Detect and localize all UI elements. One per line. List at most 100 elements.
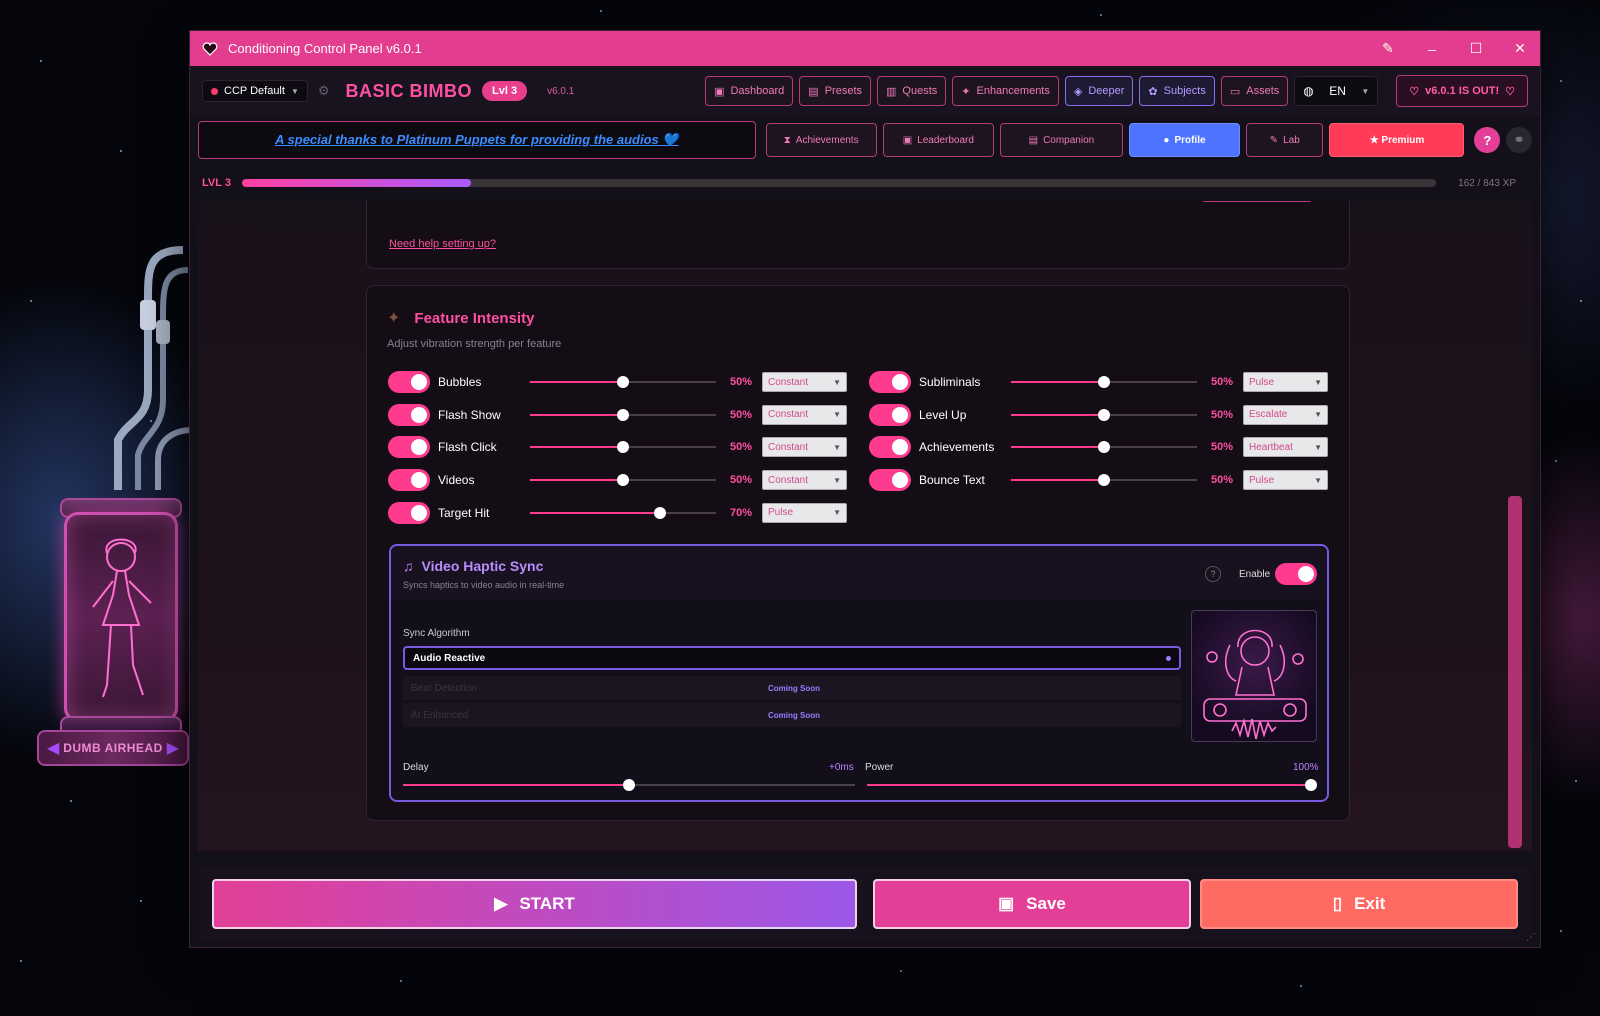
slider-knob[interactable]: [1098, 376, 1110, 388]
slider-knob[interactable]: [1098, 441, 1110, 454]
feature-intensity-slider[interactable]: [530, 473, 716, 487]
gear-icon[interactable]: ⚙: [318, 83, 330, 99]
chevron-down-icon: ▼: [833, 475, 841, 485]
feature-name: Subliminals: [919, 375, 981, 389]
preset-status-dot: [211, 87, 218, 95]
feature-toggle[interactable]: [388, 469, 430, 492]
feature-mode-select[interactable]: Constant ▼: [762, 404, 847, 425]
maximize-icon[interactable]: ☐: [1468, 40, 1484, 57]
nav-dashboard-button[interactable]: ▣ Dashboard: [705, 76, 794, 106]
pin-icon[interactable]: ✎: [1380, 40, 1396, 57]
feature-toggle[interactable]: [388, 436, 430, 459]
scrollbar-thumb[interactable]: [1508, 496, 1522, 848]
character-figure: [92, 538, 152, 698]
slider-knob[interactable]: [617, 441, 629, 454]
algorithm-option-label: Beat Detection: [411, 682, 477, 694]
feature-intensity-slider[interactable]: [1011, 440, 1197, 454]
feature-mode-select[interactable]: Constant ▼: [762, 437, 847, 458]
link-icon[interactable]: ⚭: [1506, 127, 1533, 153]
feature-toggle[interactable]: [869, 371, 911, 393]
nav-label: Subjects: [1163, 85, 1206, 97]
feature-mode-select[interactable]: Constant ▼: [762, 470, 847, 491]
feature-toggle[interactable]: [388, 403, 430, 426]
prev-character-icon[interactable]: ◀: [47, 738, 59, 758]
minimize-icon[interactable]: –: [1424, 41, 1440, 57]
power-slider[interactable]: [867, 778, 1317, 792]
slider-knob[interactable]: [1305, 779, 1317, 791]
feature-percent: 50%: [729, 474, 752, 487]
feature-toggle[interactable]: [388, 501, 430, 524]
nav-deeper-button[interactable]: ◈ Deeper: [1064, 76, 1134, 106]
tab-premium[interactable]: ★ Premium: [1329, 123, 1465, 157]
feature-toggle[interactable]: [869, 436, 911, 459]
feature-percent: 50%: [729, 376, 752, 388]
nav-assets-button[interactable]: ▭ Assets: [1220, 76, 1289, 106]
secondary-bar: A special thanks to Platinum Puppets for…: [198, 120, 1533, 160]
feature-toggle[interactable]: [388, 371, 430, 393]
close-icon[interactable]: ✕: [1512, 40, 1528, 57]
slider-knob[interactable]: [1098, 408, 1110, 421]
feature-intensity-slider[interactable]: [1011, 375, 1197, 389]
feature-toggle[interactable]: [869, 403, 911, 426]
feature-intensity-slider[interactable]: [530, 375, 716, 389]
slider-knob[interactable]: [617, 376, 629, 388]
slider-knob[interactable]: [654, 506, 667, 519]
next-character-icon[interactable]: ▶: [167, 738, 179, 758]
slider-knob[interactable]: [1098, 474, 1110, 487]
nav-presets-button[interactable]: ▤ Presets: [799, 76, 871, 106]
vhs-title: Video Haptic Sync: [421, 558, 544, 574]
feature-intensity-card: ✦ Feature Intensity Adjust vibration str…: [366, 285, 1350, 821]
update-notice-button[interactable]: ♡ v6.0.1 IS OUT! ♡: [1396, 75, 1528, 107]
scrollbar[interactable]: [1508, 201, 1522, 851]
vhs-enable-toggle[interactable]: [1275, 563, 1317, 585]
tab-companion[interactable]: ▤ Companion: [999, 123, 1123, 157]
feature-mode-select[interactable]: Pulse ▼: [762, 502, 847, 523]
power-label: Power: [865, 762, 894, 773]
feature-intensity-slider[interactable]: [1011, 408, 1197, 422]
feature-row: Achievements 50% Heartbeat ▼: [869, 435, 1328, 459]
slider-knob[interactable]: [623, 779, 635, 791]
help-icon[interactable]: ?: [1474, 127, 1501, 153]
vhs-help-icon[interactable]: ?: [1205, 566, 1221, 582]
start-button[interactable]: ▶ START: [212, 879, 857, 929]
feature-mode-select[interactable]: Heartbeat ▼: [1243, 437, 1328, 458]
thanks-banner[interactable]: A special thanks to Platinum Puppets for…: [198, 121, 756, 159]
nav-subjects-button[interactable]: ✿ Subjects: [1139, 76, 1215, 106]
feature-intensity-slider[interactable]: [530, 440, 716, 454]
feature-toggle[interactable]: [869, 469, 911, 492]
nav-enhancements-button[interactable]: ✦ Enhancements: [952, 76, 1059, 106]
feature-mode-select[interactable]: Pulse ▼: [1243, 372, 1328, 392]
slider-fill: [1011, 381, 1104, 383]
feature-percent: 70%: [729, 506, 752, 519]
feature-mode-value: Pulse: [1249, 474, 1275, 486]
algorithm-option-audio-reactive[interactable]: Audio Reactive: [403, 646, 1181, 670]
tab-lab[interactable]: ✎ Lab: [1246, 123, 1324, 157]
slider-knob[interactable]: [617, 408, 629, 421]
slider-knob[interactable]: [617, 474, 629, 487]
partial-button[interactable]: [1201, 201, 1313, 202]
nav-quests-button[interactable]: ▥ Quests: [877, 76, 947, 106]
delay-value: +0ms: [829, 762, 854, 773]
feature-intensity-slider[interactable]: [1011, 473, 1197, 487]
tab-leaderboard[interactable]: ▣ Leaderboard: [882, 123, 994, 157]
algorithm-option-beat-detection: Beat Detection Coming Soon: [403, 676, 1181, 700]
tab-achievements[interactable]: ⧗ Achievements: [765, 123, 877, 157]
feature-intensity-slider[interactable]: [530, 506, 716, 520]
feature-mode-select[interactable]: Constant ▼: [762, 372, 847, 392]
preset-select[interactable]: CCP Default ▼: [202, 80, 308, 102]
feature-mode-select[interactable]: Pulse ▼: [1243, 470, 1328, 491]
language-select[interactable]: ◍ EN ▼: [1294, 76, 1379, 106]
feature-intensity-slider[interactable]: [530, 408, 716, 422]
window-title: Conditioning Control Panel v6.0.1: [228, 41, 422, 56]
delay-slider[interactable]: [403, 778, 855, 792]
resize-grip-icon[interactable]: ⋰: [1526, 932, 1536, 943]
feature-intensity-title: Feature Intensity: [414, 309, 535, 327]
save-button[interactable]: ▣ Save: [873, 879, 1191, 929]
pod-glass: [64, 512, 178, 722]
trophy-icon: ▣: [902, 134, 913, 146]
feature-mode-select[interactable]: Escalate ▼: [1243, 404, 1328, 425]
exit-button[interactable]: ▯ Exit: [1200, 879, 1518, 929]
help-setup-link[interactable]: Need help setting up?: [389, 238, 496, 250]
title-bar: Conditioning Control Panel v6.0.1 ✎ – ☐ …: [190, 31, 1540, 66]
tab-profile[interactable]: ● Profile: [1128, 123, 1241, 157]
